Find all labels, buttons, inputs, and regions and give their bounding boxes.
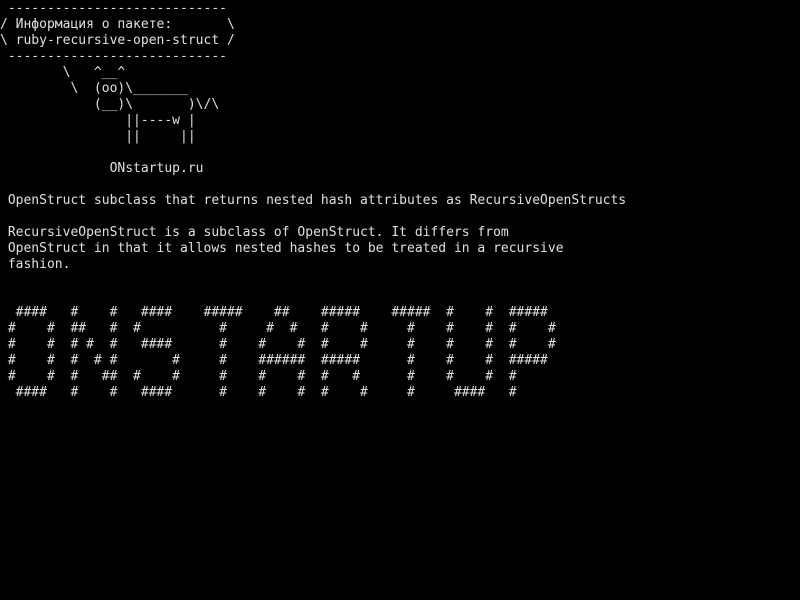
banner-line: #### # # #### # # # # # # #### # xyxy=(0,385,517,400)
site-name: ONstartup.ru xyxy=(0,161,204,176)
banner-line: # # # ## # # # # # # # # # # # xyxy=(0,369,517,384)
cowsay-line: / Информация о пакете: \ xyxy=(0,17,235,32)
cowsay-line: \ (oo)\_______ xyxy=(0,81,188,96)
package-summary: OpenStruct subclass that returns nested … xyxy=(0,193,627,208)
description-line: fashion. xyxy=(0,257,71,272)
cowsay-message: ---------------------------- / Информаци… xyxy=(0,1,235,145)
cowsay-line: (__)\ )\/\ xyxy=(0,97,220,112)
description-line: RecursiveOpenStruct is a subclass of Ope… xyxy=(0,225,509,240)
onstartup-ascii-banner: #### # # #### ##### ## ##### ##### # # #… xyxy=(0,305,556,401)
cowsay-line: ---------------------------- xyxy=(0,49,227,64)
cowsay-line: || || xyxy=(0,129,196,144)
cowsay-line: \ ruby-recursive-open-struct / xyxy=(0,33,235,48)
banner-line: # # # # # #### # # # # # # # # # # xyxy=(0,337,556,352)
cowsay-line: \ ^__^ xyxy=(0,65,126,80)
package-description: RecursiveOpenStruct is a subclass of Ope… xyxy=(0,225,564,273)
terminal-screen[interactable]: ---------------------------- / Информаци… xyxy=(0,0,800,600)
cowsay-line: ---------------------------- xyxy=(0,1,227,16)
description-line: OpenStruct in that it allows nested hash… xyxy=(0,241,564,256)
banner-line: # # ## # # # # # # # # # # # # xyxy=(0,321,556,336)
banner-line: # # # # # # # ###### ##### # # # ##### xyxy=(0,353,548,368)
cowsay-line: ||----w | xyxy=(0,113,196,128)
banner-line: #### # # #### ##### ## ##### ##### # # #… xyxy=(0,305,548,320)
